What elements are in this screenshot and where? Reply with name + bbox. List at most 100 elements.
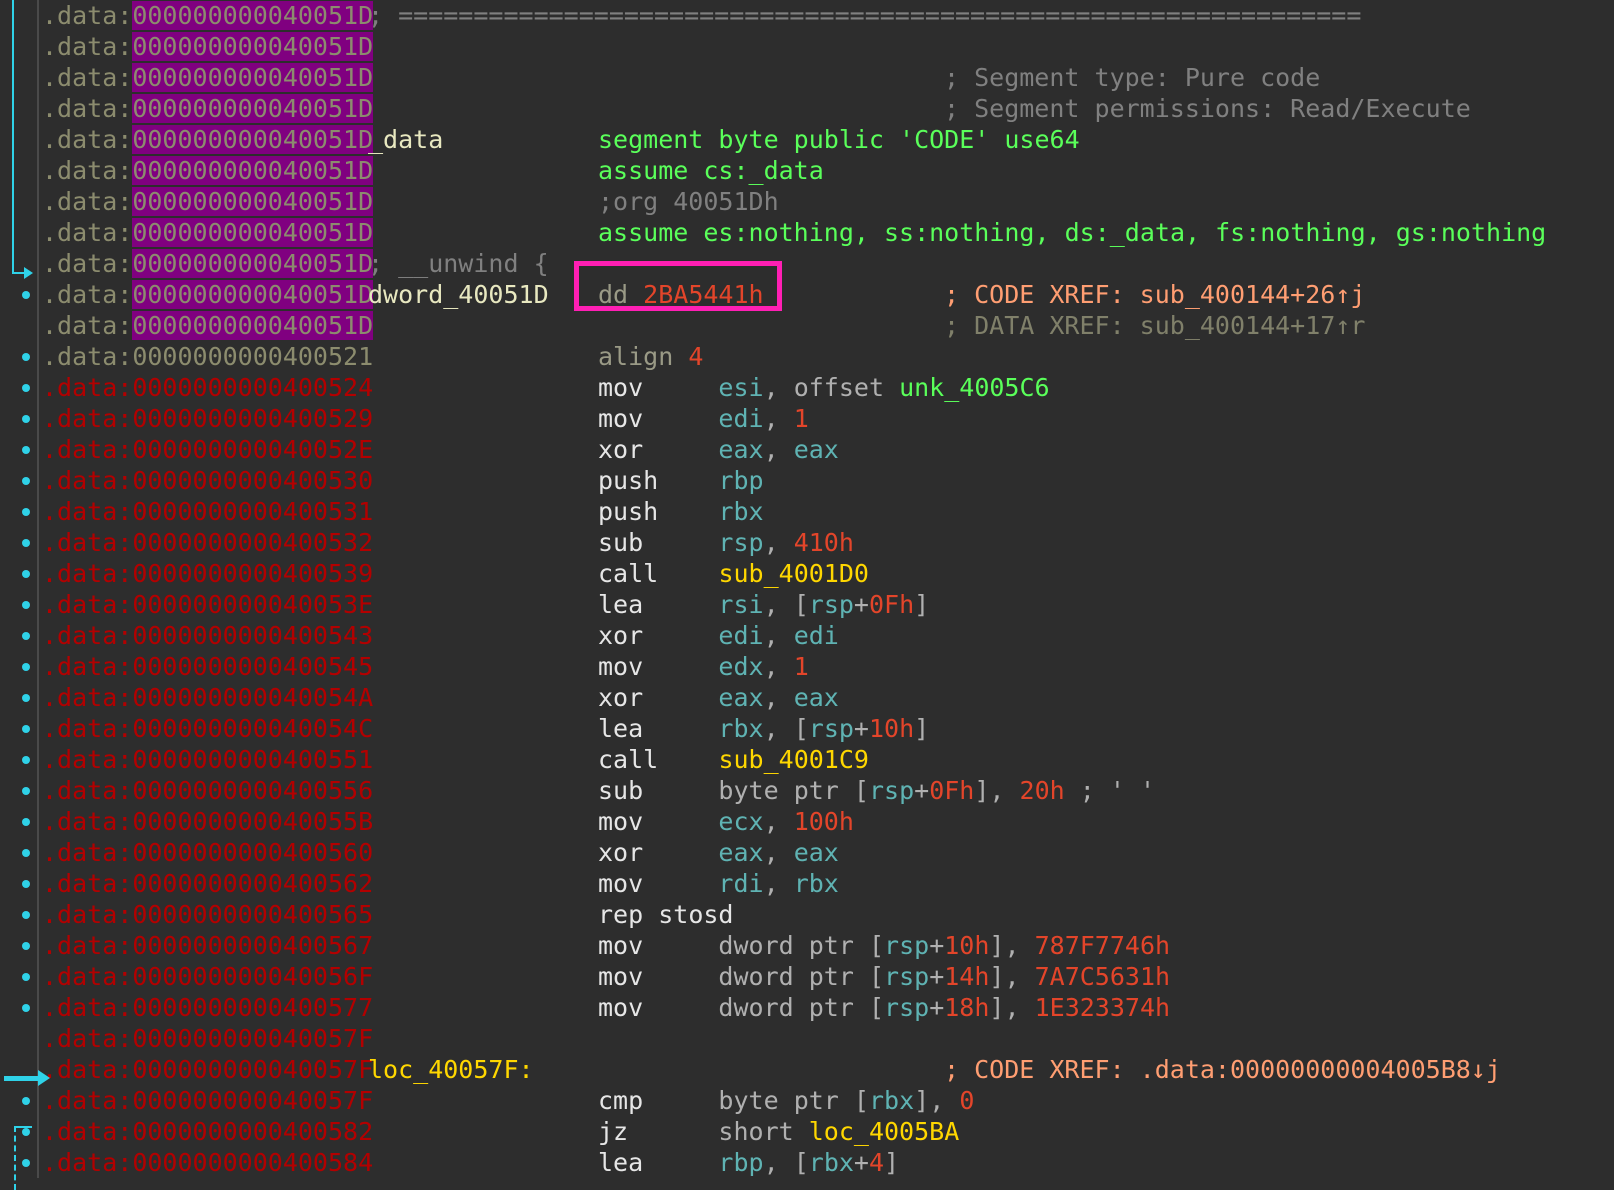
- instruction-cell[interactable]: lea rbp, [rbx+4]: [598, 1147, 899, 1178]
- instruction-cell[interactable]: align 4: [598, 341, 703, 372]
- instruction-cell[interactable]: ;org 40051Dh: [598, 186, 779, 217]
- address-cell[interactable]: .data:0000000000400560: [42, 837, 373, 868]
- instruction-cell[interactable]: xor eax, eax: [598, 682, 839, 713]
- breakpoint-dot-icon[interactable]: [22, 570, 30, 578]
- instruction-cell[interactable]: jz short loc_4005BA: [598, 1116, 959, 1147]
- disassembly-line[interactable]: .data:0000000000400551 call sub_4001C9: [0, 744, 1614, 775]
- comment-cell[interactable]: ; Segment permissions: Read/Execute: [944, 93, 1471, 124]
- breakpoint-dot-icon[interactable]: [22, 911, 30, 919]
- disassembly-line[interactable]: .data:000000000040051D ; Segment permissi…: [0, 93, 1614, 124]
- ida-disassembly-view[interactable]: .data:000000000040051D; ================…: [0, 0, 1614, 1190]
- address-cell[interactable]: .data:0000000000400539: [42, 558, 373, 589]
- address-cell[interactable]: .data:0000000000400582: [42, 1116, 373, 1147]
- address-cell[interactable]: .data:000000000040051D: [42, 155, 374, 186]
- disassembly-line[interactable]: .data:0000000000400539 call sub_4001D0: [0, 558, 1614, 589]
- instruction-cell[interactable]: rep stosd: [598, 899, 733, 930]
- breakpoint-dot-icon[interactable]: [22, 756, 30, 764]
- instruction-cell[interactable]: push rbp: [598, 465, 764, 496]
- label-cell[interactable]: dword_40051D: [368, 279, 549, 310]
- instruction-cell[interactable]: mov dword ptr [rsp+14h], 7A7C5631h: [598, 961, 1170, 992]
- disassembly-line[interactable]: .data:000000000040057F cmp byte ptr [rbx]…: [0, 1085, 1614, 1116]
- instruction-cell[interactable]: sub rsp, 410h: [598, 527, 854, 558]
- address-cell[interactable]: .data:0000000000400577: [42, 992, 373, 1023]
- breakpoint-dot-icon[interactable]: [22, 818, 30, 826]
- instruction-cell[interactable]: call sub_4001C9: [598, 744, 869, 775]
- breakpoint-dot-icon[interactable]: [22, 725, 30, 733]
- disassembly-line[interactable]: .data:000000000040051D dword_40051D dd 2BA…: [0, 279, 1614, 310]
- address-cell[interactable]: .data:000000000040051D: [42, 248, 374, 279]
- disassembly-line[interactable]: .data:000000000040054C lea rbx, [rsp+10h]: [0, 713, 1614, 744]
- instruction-cell[interactable]: mov dword ptr [rsp+18h], 1E323374h: [598, 992, 1170, 1023]
- address-cell[interactable]: .data:0000000000400562: [42, 868, 373, 899]
- address-cell[interactable]: .data:0000000000400543: [42, 620, 373, 651]
- address-cell[interactable]: .data:000000000040053E: [42, 589, 373, 620]
- instruction-cell[interactable]: mov dword ptr [rsp+10h], 787F7746h: [598, 930, 1170, 961]
- instruction-cell[interactable]: dd 2BA5441h: [598, 279, 764, 310]
- address-cell[interactable]: .data:000000000040051D: [42, 93, 374, 124]
- breakpoint-dot-icon[interactable]: [22, 446, 30, 454]
- label-cell[interactable]: ; __unwind {: [368, 248, 549, 279]
- comment-cell[interactable]: ; Segment type: Pure code: [944, 62, 1320, 93]
- disassembly-line[interactable]: .data:0000000000400556 sub byte ptr [rsp+…: [0, 775, 1614, 806]
- disassembly-line[interactable]: .data:000000000040051D ; DATA XREF: sub_4…: [0, 310, 1614, 341]
- address-cell[interactable]: .data:0000000000400530: [42, 465, 373, 496]
- disassembly-line[interactable]: .data:0000000000400543 xor edi, edi: [0, 620, 1614, 651]
- disassembly-line[interactable]: .data:0000000000400562 mov rdi, rbx: [0, 868, 1614, 899]
- address-cell[interactable]: .data:000000000040051D: [42, 217, 374, 248]
- breakpoint-dot-icon[interactable]: [22, 539, 30, 547]
- disassembly-line[interactable]: .data:0000000000400565 rep stosd: [0, 899, 1614, 930]
- disassembly-line[interactable]: .data:000000000040051D; ================…: [0, 0, 1614, 31]
- disassembly-line[interactable]: .data:0000000000400560 xor eax, eax: [0, 837, 1614, 868]
- instruction-cell[interactable]: mov ecx, 100h: [598, 806, 854, 837]
- breakpoint-dot-icon[interactable]: [22, 384, 30, 392]
- disassembly-line[interactable]: .data:000000000040051D ;org 40051Dh: [0, 186, 1614, 217]
- comment-cell[interactable]: ; CODE XREF: sub_400144+26↑j: [944, 279, 1365, 310]
- disassembly-line[interactable]: .data:000000000040052E xor eax, eax: [0, 434, 1614, 465]
- breakpoint-dot-icon[interactable]: [22, 849, 30, 857]
- label-cell[interactable]: loc_40057F:: [368, 1054, 534, 1085]
- address-cell[interactable]: .data:0000000000400567: [42, 930, 373, 961]
- breakpoint-dot-icon[interactable]: [22, 880, 30, 888]
- address-cell[interactable]: .data:0000000000400521: [42, 341, 373, 372]
- address-cell[interactable]: .data:000000000040051D: [42, 310, 374, 341]
- address-cell[interactable]: .data:0000000000400584: [42, 1147, 373, 1178]
- breakpoint-dot-icon[interactable]: [22, 508, 30, 516]
- address-cell[interactable]: .data:000000000040054C: [42, 713, 373, 744]
- label-cell[interactable]: _data: [368, 124, 443, 155]
- breakpoint-dot-icon[interactable]: [22, 1097, 30, 1105]
- address-cell[interactable]: .data:0000000000400532: [42, 527, 373, 558]
- instruction-cell[interactable]: call sub_4001D0: [598, 558, 869, 589]
- breakpoint-dot-icon[interactable]: [22, 353, 30, 361]
- disassembly-line[interactable]: .data:000000000040051D _data segment byte …: [0, 124, 1614, 155]
- breakpoint-dot-icon[interactable]: [22, 694, 30, 702]
- comment-cell[interactable]: ; ======================================…: [368, 0, 1361, 31]
- breakpoint-dot-icon[interactable]: [22, 632, 30, 640]
- address-cell[interactable]: .data:0000000000400531: [42, 496, 373, 527]
- disassembly-line[interactable]: .data:0000000000400529 mov edi, 1: [0, 403, 1614, 434]
- disassembly-line[interactable]: .data:0000000000400545 mov edx, 1: [0, 651, 1614, 682]
- instruction-cell[interactable]: segment byte public 'CODE' use64: [598, 124, 1080, 155]
- comment-cell[interactable]: ; DATA XREF: sub_400144+17↑r: [944, 310, 1365, 341]
- instruction-cell[interactable]: lea rbx, [rsp+10h]: [598, 713, 929, 744]
- breakpoint-dot-icon[interactable]: [22, 1004, 30, 1012]
- disassembly-line[interactable]: .data:0000000000400567 mov dword ptr [rsp…: [0, 930, 1614, 961]
- instruction-cell[interactable]: assume cs:_data: [598, 155, 824, 186]
- disassembly-line[interactable]: .data:0000000000400530 push rbp: [0, 465, 1614, 496]
- disassembly-listing[interactable]: .data:000000000040051D; ================…: [0, 0, 1614, 1178]
- address-cell[interactable]: .data:0000000000400551: [42, 744, 373, 775]
- breakpoint-dot-icon[interactable]: [22, 787, 30, 795]
- breakpoint-dot-icon[interactable]: [22, 477, 30, 485]
- instruction-cell[interactable]: lea rsi, [rsp+0Fh]: [598, 589, 929, 620]
- address-cell[interactable]: .data:000000000040055B: [42, 806, 373, 837]
- disassembly-line[interactable]: .data:000000000040051D assume cs:_data: [0, 155, 1614, 186]
- address-cell[interactable]: .data:000000000040057F: [42, 1085, 373, 1116]
- disassembly-line[interactable]: .data:000000000040051D ; Segment type: Pu…: [0, 62, 1614, 93]
- disassembly-line[interactable]: .data:0000000000400524 mov esi, offset un…: [0, 372, 1614, 403]
- disassembly-line[interactable]: .data:000000000040051D assume es:nothing,…: [0, 217, 1614, 248]
- address-cell[interactable]: .data:000000000040054A: [42, 682, 373, 713]
- instruction-cell[interactable]: xor edi, edi: [598, 620, 839, 651]
- disassembly-line[interactable]: .data:000000000040054A xor eax, eax: [0, 682, 1614, 713]
- disassembly-line[interactable]: .data:0000000000400584 lea rbp, [rbx+4]: [0, 1147, 1614, 1178]
- address-cell[interactable]: .data:000000000040051D: [42, 31, 374, 62]
- breakpoint-dot-icon[interactable]: [22, 415, 30, 423]
